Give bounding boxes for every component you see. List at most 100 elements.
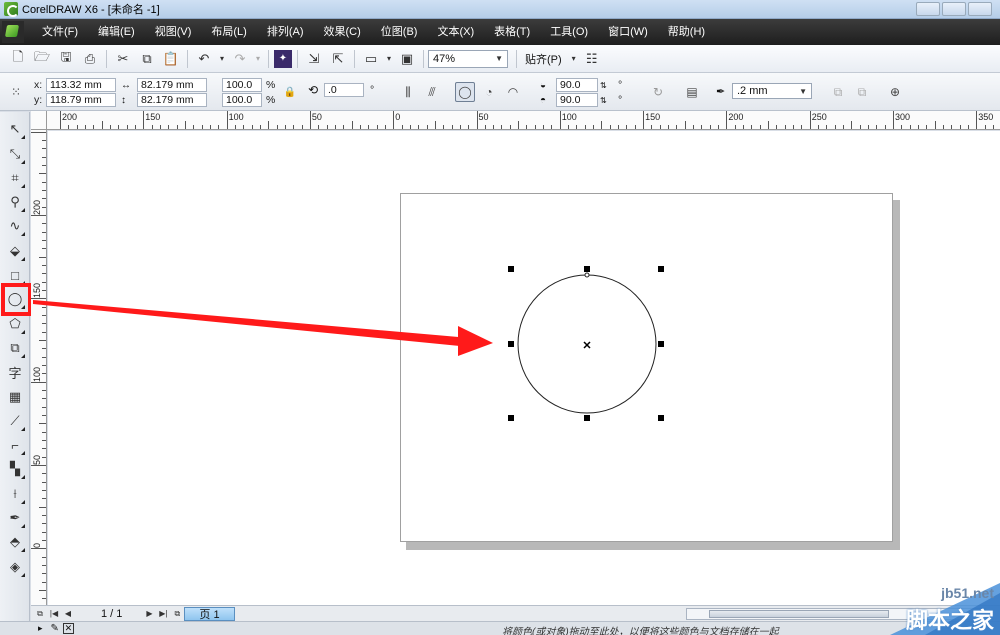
print-icon[interactable]: ⎙	[79, 48, 101, 70]
menu-bitmaps[interactable]: 位图(B)	[371, 19, 428, 45]
fill-tool-icon[interactable]: ⬘	[4, 531, 26, 553]
ruler-tick	[884, 125, 886, 129]
back-minus-front-icon[interactable]: ⧉	[828, 82, 848, 102]
shape-tool-icon[interactable]: ⤡	[4, 143, 26, 165]
drawing-page[interactable]	[400, 193, 893, 542]
menu-file[interactable]: 文件(F)	[32, 19, 88, 45]
menu-text[interactable]: 文本(X)	[427, 19, 484, 45]
mirror-vertical-icon[interactable]: ⫻	[422, 82, 442, 102]
front-minus-back-icon[interactable]: ⧉	[852, 82, 872, 102]
cut-icon[interactable]: ✂	[112, 48, 134, 70]
freehand-tool-icon[interactable]: ∿	[4, 215, 26, 237]
menu-view[interactable]: 视图(V)	[145, 19, 202, 45]
start-angle-field[interactable]: 90.0	[556, 78, 598, 92]
wrap-text-icon[interactable]: ▤	[682, 82, 702, 102]
polygon-tool-icon[interactable]: ⬠	[4, 313, 26, 335]
paste-icon[interactable]: 📋	[160, 48, 182, 70]
redo-dropdown-icon[interactable]: ▾	[253, 48, 263, 70]
interactive-blend-tool-icon[interactable]: ▚	[4, 458, 26, 480]
ruler-label: 50	[32, 454, 42, 465]
rotation-angle-field[interactable]: .0	[324, 83, 364, 97]
connector-tool-icon[interactable]: ⌐	[4, 434, 26, 456]
spinner-icon[interactable]: ⇅	[600, 81, 618, 90]
scale-x-field[interactable]: 100.0	[222, 78, 262, 92]
menu-tools[interactable]: 工具(O)	[540, 19, 598, 45]
ruler-origin[interactable]	[31, 111, 47, 130]
app-menu-icon[interactable]	[2, 21, 24, 43]
crop-tool-icon[interactable]: ⌗	[4, 167, 26, 189]
open-folder-icon[interactable]: 🗁	[31, 48, 53, 70]
end-angle-field[interactable]: 90.0	[556, 93, 598, 107]
page-options-icon[interactable]: ⧉	[33, 607, 47, 621]
ruler-tick	[601, 121, 603, 129]
pick-tool-icon[interactable]: ↖	[4, 118, 26, 140]
zoom-level-select[interactable]: 47% ▼	[428, 49, 508, 68]
menu-edit[interactable]: 编辑(E)	[88, 19, 145, 45]
ellipse-mode-icon[interactable]: ◯	[455, 82, 475, 102]
outline-width-select[interactable]: .2 mm ▼	[732, 83, 812, 99]
snap-dropdown-icon[interactable]: ▾	[569, 48, 579, 70]
last-page-icon[interactable]: ▶|	[156, 607, 170, 621]
pie-mode-icon[interactable]: ◔	[479, 82, 499, 102]
export-icon[interactable]: ⇱	[327, 48, 349, 70]
options-icon[interactable]: ☷	[581, 48, 603, 70]
menu-layout[interactable]: 布局(L)	[201, 19, 256, 45]
new-document-icon[interactable]: 🗋	[7, 48, 29, 70]
arc-mode-icon[interactable]: ◠	[503, 82, 523, 102]
next-page-icon[interactable]: ▶	[142, 607, 156, 621]
height-field[interactable]: 82.179 mm	[137, 93, 207, 107]
horizontal-ruler[interactable]: 200 150 100 50 0 50 100 150 200 250 300 350	[47, 111, 1000, 130]
ruler-tick	[559, 111, 561, 129]
width-icon: ↔	[121, 79, 131, 91]
first-page-icon[interactable]: |◀	[47, 607, 61, 621]
y-position-field[interactable]: 118.79 mm	[46, 93, 116, 107]
launcher-dropdown-icon[interactable]: ▾	[384, 48, 394, 70]
interactive-fill-tool-icon[interactable]: ◈	[4, 556, 26, 578]
import-icon[interactable]: ⇲	[303, 48, 325, 70]
scale-y-field[interactable]: 100.0	[222, 93, 262, 107]
welcome-screen-icon[interactable]: ▣	[396, 48, 418, 70]
redo-icon[interactable]: ↷	[229, 48, 251, 70]
object-origin-icon[interactable]: ⁙	[6, 82, 26, 102]
save-icon[interactable]: 🖫	[55, 48, 77, 70]
application-launcher-icon[interactable]: ▭	[360, 48, 382, 70]
ruler-tick	[359, 125, 361, 129]
undo-dropdown-icon[interactable]: ▾	[217, 48, 227, 70]
palette-menu-icon[interactable]: ▸	[38, 623, 43, 634]
change-direction-icon[interactable]: ↻	[648, 82, 668, 102]
undo-icon[interactable]: ↶	[193, 48, 215, 70]
menu-table[interactable]: 表格(T)	[484, 19, 540, 45]
no-color-swatch-icon[interactable]: ✕	[62, 623, 74, 634]
ruler-tick	[39, 589, 46, 591]
width-field[interactable]: 82.179 mm	[137, 78, 207, 92]
previous-page-icon[interactable]: ◀	[61, 607, 75, 621]
dimension-tool-icon[interactable]: ⟋	[4, 410, 26, 432]
eyedropper-tool-icon[interactable]: ⟊	[4, 483, 26, 505]
close-button[interactable]	[968, 2, 992, 16]
menu-arrange[interactable]: 排列(A)	[257, 19, 314, 45]
text-tool-icon[interactable]: 字	[4, 361, 26, 383]
basic-shapes-tool-icon[interactable]: ⧉	[4, 337, 26, 359]
vertical-ruler[interactable]: 200 150 100 50 0	[31, 130, 47, 606]
search-content-icon[interactable]: ✦	[274, 49, 292, 68]
page-tab[interactable]: 页 1	[184, 606, 235, 621]
minimize-button[interactable]	[916, 2, 940, 16]
eyedropper-icon[interactable]: ✎	[51, 623, 59, 634]
smart-fill-tool-icon[interactable]: ⬙	[4, 240, 26, 262]
menu-effects[interactable]: 效果(C)	[314, 19, 371, 45]
table-tool-icon[interactable]: ▦	[4, 386, 26, 408]
add-page-icon[interactable]: ⧉	[170, 607, 184, 621]
maximize-button[interactable]	[942, 2, 966, 16]
x-position-field[interactable]: 113.32 mm	[46, 78, 116, 92]
snap-to-menu[interactable]: 贴齐(P)	[525, 51, 562, 67]
menu-help[interactable]: 帮助(H)	[658, 19, 715, 45]
zoom-tool-icon[interactable]: ⚲	[4, 191, 26, 213]
outline-tool-icon[interactable]: ✒	[4, 507, 26, 529]
ruler-tick	[301, 125, 303, 129]
convert-to-curves-icon[interactable]: ⊕	[885, 82, 905, 102]
lock-ratio-icon[interactable]: 🔒	[280, 82, 300, 102]
mirror-horizontal-icon[interactable]: ⫼	[398, 82, 418, 102]
copy-icon[interactable]: ⧉	[136, 48, 158, 70]
menu-window[interactable]: 窗口(W)	[598, 19, 658, 45]
spinner-icon[interactable]: ⇅	[600, 96, 618, 105]
